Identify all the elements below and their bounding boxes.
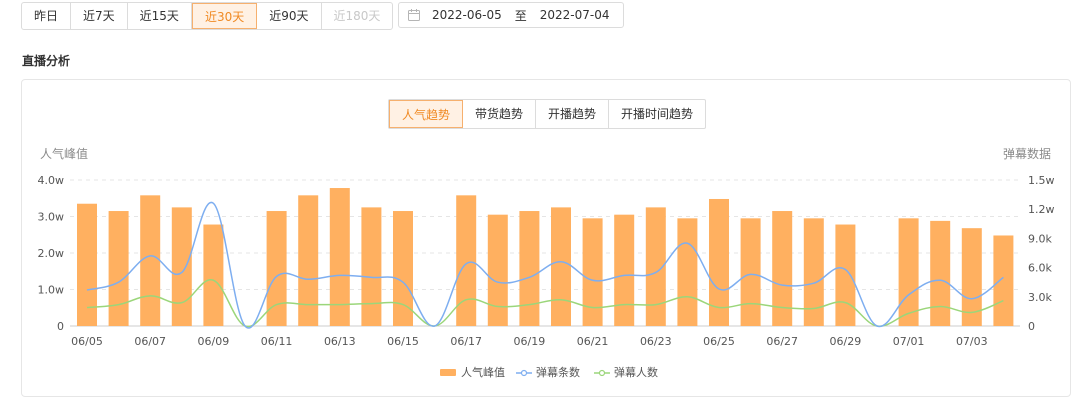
popularity-chart: 0 1.0w 2.0w 3.0w 4.0w 0 3.0k 6.0k 9.0k 1.2w 1.5w 06… <box>38 174 1055 379</box>
bar <box>930 220 951 326</box>
bar <box>519 211 540 326</box>
x-tick-label: 06/11 <box>261 335 293 348</box>
x-tick-label: 07/01 <box>893 335 925 348</box>
legend-swatch-marker <box>520 369 528 377</box>
bar <box>614 214 635 326</box>
series-line-danmu-people <box>86 279 1004 328</box>
bar <box>740 218 761 326</box>
legend-swatch-marker <box>598 369 606 377</box>
bar <box>551 207 571 326</box>
right-tick-label: 1.5w <box>1028 174 1055 187</box>
x-tick-label: 06/17 <box>450 335 482 348</box>
right-tick-label: 6.0k <box>1028 262 1052 275</box>
bar <box>171 207 192 326</box>
series-line-danmu-comments <box>86 201 1004 329</box>
right-tick-label: 3.0k <box>1028 291 1052 304</box>
bar <box>456 195 477 326</box>
x-tick-label: 06/29 <box>830 335 862 348</box>
right-tick-label: 1.2w <box>1028 203 1055 216</box>
bar <box>835 224 856 326</box>
legend-swatch-bar <box>440 369 456 376</box>
bar <box>298 195 319 326</box>
legend-label: 弹幕人数 <box>614 365 658 379</box>
bar <box>677 218 698 326</box>
legend-label: 弹幕条数 <box>536 365 580 379</box>
x-tick-label: 06/25 <box>703 335 735 348</box>
x-tick-label: 06/15 <box>387 335 419 348</box>
x-tick-label: 06/19 <box>514 335 546 348</box>
bar <box>203 224 224 326</box>
x-tick-label: 06/07 <box>134 335 166 348</box>
x-tick-label: 06/05 <box>71 335 103 348</box>
right-tick-label: 9.0k <box>1028 232 1052 245</box>
x-tick-label: 06/23 <box>640 335 672 348</box>
left-tick-label: 2.0w <box>38 247 65 260</box>
bar <box>803 218 824 326</box>
legend-label: 人气峰值 <box>461 365 505 379</box>
left-tick-label: 4.0w <box>38 174 65 187</box>
bar <box>140 195 161 326</box>
x-tick-label: 06/13 <box>324 335 356 348</box>
bar <box>898 218 919 326</box>
left-tick-label: 1.0w <box>38 284 65 297</box>
right-tick-label: 0 <box>1028 320 1035 333</box>
x-tick-label: 06/21 <box>577 335 609 348</box>
left-tick-label: 0 <box>57 320 64 333</box>
bar <box>487 214 508 326</box>
x-tick-label: 07/03 <box>956 335 988 348</box>
x-tick-label: 06/27 <box>766 335 798 348</box>
bar <box>582 218 603 326</box>
bar <box>108 211 129 326</box>
bar <box>361 207 382 326</box>
bar <box>993 235 1014 326</box>
x-tick-label: 06/09 <box>198 335 230 348</box>
left-tick-label: 3.0w <box>38 211 65 224</box>
